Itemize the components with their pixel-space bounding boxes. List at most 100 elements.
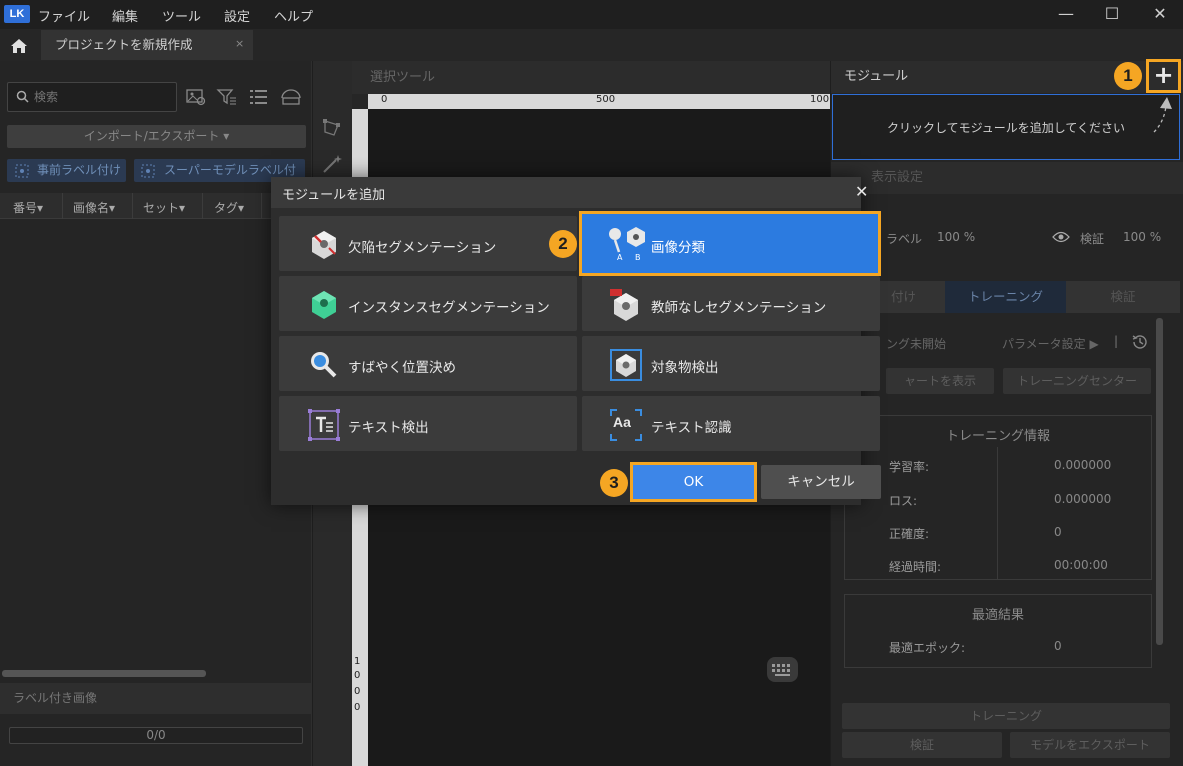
menu-settings[interactable]: 設定 xyxy=(224,6,250,25)
column-set[interactable]: セット▾ xyxy=(143,199,185,216)
module-label: 教師なしセグメンテーション xyxy=(651,300,827,316)
add-module-button[interactable]: + xyxy=(1146,59,1181,93)
list-view-icon[interactable] xyxy=(248,86,270,108)
column-divider xyxy=(132,193,133,219)
tab-close-icon[interactable]: × xyxy=(235,37,244,50)
home-icon[interactable] xyxy=(8,36,30,56)
icon-letter-a: A xyxy=(617,253,623,262)
minimize-button[interactable]: — xyxy=(1043,0,1089,29)
label-visibility-text: ラベル xyxy=(886,232,923,246)
horizontal-scrollbar[interactable] xyxy=(2,670,206,677)
module-label: 画像分類 xyxy=(651,240,705,256)
elapsed-time-label: 経過時間: xyxy=(889,560,942,574)
best-epoch-label: 最適エポック: xyxy=(889,641,966,655)
auto-label-icon xyxy=(14,163,30,179)
app-logo: LK xyxy=(4,5,30,23)
ok-button[interactable]: OK xyxy=(633,465,754,499)
learning-rate-value: 0.000000 xyxy=(1054,458,1112,472)
menu-tools[interactable]: ツール xyxy=(162,6,201,25)
eye-icon[interactable] xyxy=(1052,230,1070,244)
column-tag[interactable]: タグ▾ xyxy=(214,199,244,216)
show-chart-button[interactable]: ャートを表示 xyxy=(886,368,994,394)
verify-visibility-pct: 100 % xyxy=(1123,230,1162,244)
tab-training[interactable]: トレーニング xyxy=(945,281,1066,313)
ruler-label: 100 xyxy=(810,94,830,105)
menu-file[interactable]: ファイル xyxy=(38,6,90,25)
defect-segmentation-icon xyxy=(307,228,341,262)
text-recognition-icon-text: Aa xyxy=(613,414,631,430)
training-status: ング未開始 xyxy=(886,337,947,351)
pre-label-label: 事前ラベル付け xyxy=(37,163,122,177)
module-label: テキスト認識 xyxy=(651,420,732,436)
unsupervised-segmentation-icon xyxy=(609,288,643,322)
label-visibility-pct: 100 % xyxy=(937,230,976,244)
module-label: インスタンスセグメンテーション xyxy=(348,300,550,316)
ruler-label: 0 xyxy=(354,686,361,697)
accuracy-value: 0 xyxy=(1054,525,1062,539)
super-model-label-label: スーパーモデルラベル付 xyxy=(164,163,296,177)
ruler-label: 500 xyxy=(596,94,616,105)
module-label: 欠陥セグメンテーション xyxy=(348,240,497,256)
object-detection-icon xyxy=(609,348,643,382)
close-window-button[interactable]: ✕ xyxy=(1137,0,1183,29)
train-button[interactable]: トレーニング xyxy=(842,703,1170,729)
maximize-button[interactable]: ☐ xyxy=(1089,0,1135,29)
icon-letter-b: B xyxy=(635,253,641,262)
column-number[interactable]: 番号▾ xyxy=(13,199,43,216)
polygon-tool-icon[interactable] xyxy=(320,116,344,140)
text-detection-icon xyxy=(307,408,341,442)
parameter-settings-link[interactable]: パラメータ設定 ▶ xyxy=(1002,335,1099,352)
ruler-label: 0 xyxy=(354,702,361,713)
verify-visibility-text: 検証 xyxy=(1080,232,1105,246)
module-label: 対象物検出 xyxy=(651,360,719,376)
right-scrollbar[interactable] xyxy=(1156,318,1163,645)
tab-verify[interactable]: 検証 xyxy=(1066,281,1180,313)
dialog-close-icon[interactable]: ✕ xyxy=(855,182,868,201)
menu-edit[interactable]: 編集 xyxy=(112,6,138,25)
labeled-images-header: ラベル付き画像 xyxy=(0,683,312,714)
fast-positioning-icon xyxy=(307,348,341,382)
table-divider xyxy=(997,447,998,580)
image-classification-icon xyxy=(605,225,649,263)
hint-arrow-icon xyxy=(1148,94,1180,134)
keyboard-icon[interactable] xyxy=(766,656,799,683)
module-label: すばやく位置決め xyxy=(348,360,456,376)
column-divider xyxy=(261,193,262,219)
loss-label: ロス: xyxy=(889,494,918,508)
display-settings-header: 表示設定 xyxy=(831,162,1183,194)
training-info-title: トレーニング情報 xyxy=(945,429,1050,444)
export-model-button[interactable]: モデルをエクスポート xyxy=(1010,732,1170,758)
best-result-title: 最適結果 xyxy=(971,608,1024,623)
select-tool-header: 選択ツール xyxy=(352,61,830,94)
verify-button[interactable]: 検証 xyxy=(842,732,1002,758)
loss-value: 0.000000 xyxy=(1054,492,1112,506)
ruler-label: 0 xyxy=(381,94,388,105)
column-divider xyxy=(202,193,203,219)
elapsed-time-value: 00:00:00 xyxy=(1054,558,1108,572)
callout-3: 3 xyxy=(600,469,628,497)
filter-icon[interactable] xyxy=(216,86,238,108)
tab-new-project[interactable]: プロジェクトを新規作成 xyxy=(41,30,253,60)
dialog-title: モジュールを追加 xyxy=(282,188,386,203)
magic-wand-icon[interactable] xyxy=(320,152,344,176)
ruler-label: 0 xyxy=(354,670,361,681)
super-model-icon xyxy=(140,163,156,179)
module-hint: クリックしてモジュールを追加してください xyxy=(886,121,1126,135)
best-epoch-value: 0 xyxy=(1054,639,1062,653)
search-icon xyxy=(16,90,29,103)
image-filter-icon[interactable] xyxy=(185,86,207,108)
training-center-button[interactable]: トレーニングセンター xyxy=(1003,368,1151,394)
search-input[interactable] xyxy=(34,88,172,106)
cancel-button[interactable]: キャンセル xyxy=(761,465,881,499)
separator: | xyxy=(1114,334,1119,348)
callout-2: 2 xyxy=(549,230,577,258)
labeled-progress: 0/0 xyxy=(9,727,303,744)
menu-help[interactable]: ヘルプ xyxy=(274,6,313,25)
history-icon[interactable] xyxy=(1131,333,1149,351)
accuracy-label: 正確度: xyxy=(889,527,930,541)
camera-icon[interactable] xyxy=(280,86,302,108)
import-export-button[interactable]: インポート/エクスポート ▾ xyxy=(7,125,306,148)
column-image-name[interactable]: 画像名▾ xyxy=(73,199,115,216)
column-divider xyxy=(62,193,63,219)
callout-1: 1 xyxy=(1114,62,1142,90)
